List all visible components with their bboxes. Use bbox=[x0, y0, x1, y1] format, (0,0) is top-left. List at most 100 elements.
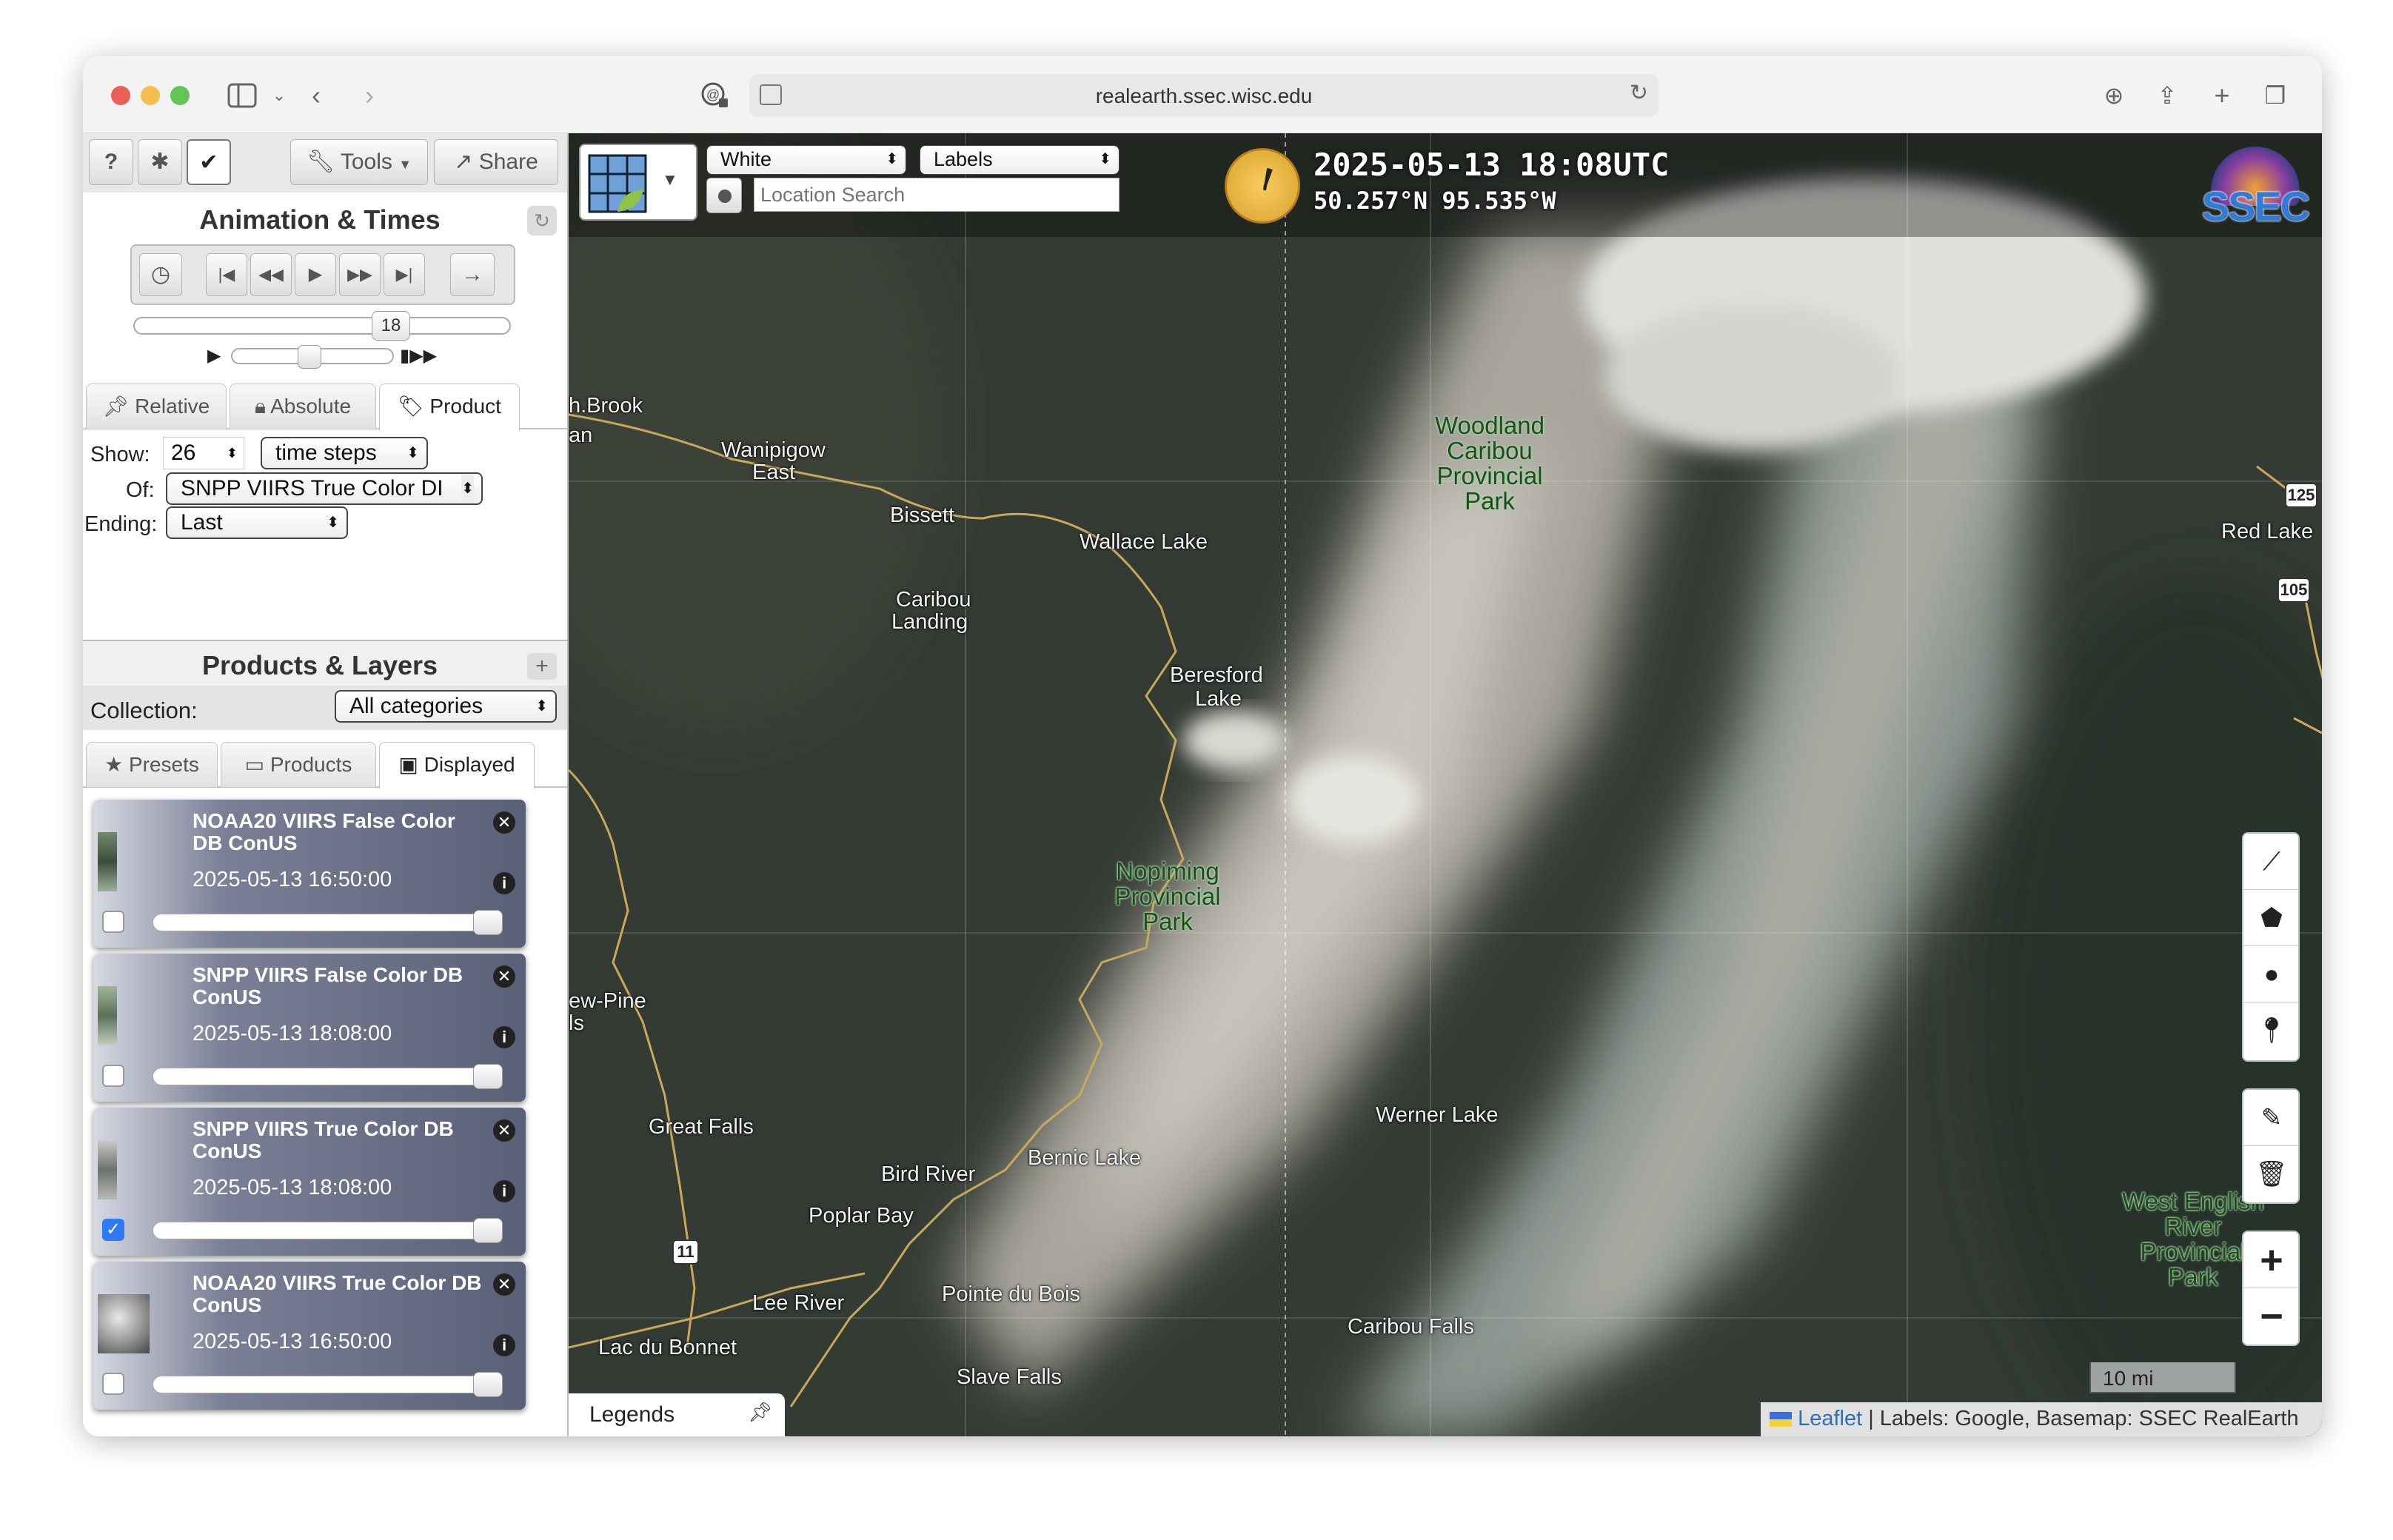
reload-icon[interactable]: ↻ bbox=[1630, 80, 1648, 106]
attribution-text: | Labels: Google, Basemap: SSEC RealEart… bbox=[1862, 1407, 2299, 1430]
layer-grid-button[interactable]: ▼ bbox=[579, 144, 697, 221]
draw-line-icon[interactable]: ⟋ bbox=[2243, 834, 2298, 890]
tab-product[interactable]: 🏷︎ Product bbox=[379, 384, 520, 431]
address-bar[interactable]: realearth.ssec.wisc.edu ↻ bbox=[749, 74, 1659, 117]
first-frame-icon[interactable]: |◀ bbox=[206, 253, 247, 296]
layer-opacity-slider[interactable] bbox=[153, 1372, 503, 1397]
opacity-slider-handle[interactable] bbox=[473, 1064, 503, 1089]
tab-products[interactable]: ▭ Products bbox=[221, 742, 376, 788]
layer-visibility-checkbox[interactable] bbox=[102, 1373, 124, 1395]
help-button[interactable]: ? bbox=[89, 139, 133, 185]
layer-opacity-slider[interactable] bbox=[153, 1218, 503, 1243]
ending-select[interactable]: Last ⬍ bbox=[166, 506, 348, 539]
layer-visibility-checkbox[interactable] bbox=[102, 1065, 124, 1087]
map-viewport[interactable]: ▼ White ⬍ Labels ⬍ 2025-05-13 18:08UTC 50.… bbox=[569, 133, 2322, 1436]
confirm-check-icon[interactable]: ✔ bbox=[187, 139, 231, 185]
fast-forward-icon[interactable]: ▮▶▶ bbox=[400, 345, 437, 366]
step-forward-icon[interactable]: ▶▶ bbox=[339, 253, 381, 296]
tab-presets[interactable]: ★ Presets bbox=[86, 742, 218, 788]
tools-button[interactable]: 🔧︎ Tools ▼ bbox=[290, 139, 428, 185]
opacity-slider-handle[interactable] bbox=[473, 910, 503, 935]
zoom-window-button[interactable] bbox=[170, 86, 190, 105]
layer-visibility-checkbox[interactable] bbox=[102, 911, 124, 933]
product-select[interactable]: SNPP VIIRS True Color DI ⬍ bbox=[166, 472, 483, 505]
layer-card[interactable]: SNPP VIIRS True Color DB ConUS 2025-05-1… bbox=[93, 1108, 526, 1256]
park-label-line: Caribou bbox=[1447, 437, 1533, 464]
close-window-button[interactable] bbox=[111, 86, 130, 105]
settings-gear-icon[interactable]: ✱ bbox=[138, 139, 182, 185]
share-button[interactable]: ↗ Share bbox=[434, 139, 558, 185]
remove-layer-icon[interactable]: ✕ bbox=[493, 811, 515, 834]
layer-info-icon[interactable]: i bbox=[493, 1180, 515, 1202]
tabs-overview-icon[interactable]: ❐ bbox=[2257, 77, 2294, 114]
layer-visibility-checkbox[interactable]: ✓ bbox=[102, 1219, 124, 1241]
back-icon[interactable]: ‹ bbox=[298, 77, 335, 114]
step-back-icon[interactable]: ◀◀ bbox=[250, 253, 292, 296]
legends-tab[interactable]: Legends 📌︎ bbox=[569, 1393, 785, 1436]
location-search-input[interactable] bbox=[754, 178, 1119, 212]
opacity-slider-handle[interactable] bbox=[473, 1218, 503, 1243]
layer-card[interactable]: SNPP VIIRS False Color DB ConUS 2025-05-… bbox=[93, 954, 526, 1102]
layer-info-icon[interactable]: i bbox=[493, 1026, 515, 1048]
trash-icon[interactable]: 🗑︎ bbox=[2243, 1146, 2298, 1202]
remove-layer-icon[interactable]: ✕ bbox=[493, 1119, 515, 1142]
tab-absolute[interactable]: 🔒︎ Absolute bbox=[230, 384, 376, 429]
speed-slider[interactable] bbox=[231, 345, 394, 369]
pin-icon: 📌︎ bbox=[102, 395, 130, 418]
layer-card[interactable]: NOAA20 VIIRS True Color DB ConUS 2025-05… bbox=[93, 1262, 526, 1410]
opacity-slider-handle[interactable] bbox=[473, 1372, 503, 1397]
place-label: Bissett bbox=[890, 503, 955, 527]
remove-layer-icon[interactable]: ✕ bbox=[493, 1273, 515, 1296]
share-icon[interactable]: ⇪ bbox=[2149, 77, 2186, 114]
new-tab-icon[interactable]: + bbox=[2203, 77, 2240, 114]
basemap-select[interactable]: White ⬍ bbox=[706, 145, 906, 175]
collection-label: Collection: bbox=[90, 697, 198, 723]
tab-displayed[interactable]: ▣ Displayed bbox=[379, 742, 535, 789]
collection-select[interactable]: All categories ⬍ bbox=[335, 690, 557, 723]
stepper-icon[interactable]: ⬍ bbox=[227, 438, 238, 469]
tab-presets-label: Presets bbox=[128, 753, 199, 776]
place-label: Poplar Bay bbox=[809, 1204, 914, 1228]
sidebar-toggle-icon[interactable] bbox=[224, 77, 261, 114]
layer-card[interactable]: NOAA20 VIIRS False Color DB ConUS 2025-0… bbox=[93, 800, 526, 948]
speed-slider-handle[interactable] bbox=[298, 345, 321, 369]
last-frame-icon[interactable]: ▶| bbox=[384, 253, 425, 296]
play-small-icon[interactable]: ▶ bbox=[207, 345, 221, 366]
layer-info-icon[interactable]: i bbox=[493, 872, 515, 894]
locate-button[interactable] bbox=[706, 178, 742, 213]
clock-icon[interactable]: ◷ bbox=[139, 253, 182, 296]
forward-icon[interactable]: › bbox=[351, 77, 388, 114]
add-icon[interactable]: + bbox=[527, 653, 557, 680]
show-count-input[interactable]: 26 ⬍ bbox=[163, 437, 244, 469]
zoom-out-button[interactable]: − bbox=[2243, 1288, 2298, 1345]
labels-select[interactable]: Labels ⬍ bbox=[920, 145, 1119, 175]
draw-circle-icon[interactable]: ● bbox=[2243, 946, 2298, 1002]
frame-slider-handle[interactable]: 18 bbox=[372, 311, 410, 341]
tab-absolute-label: Absolute bbox=[270, 395, 352, 418]
show-count-value: 26 bbox=[171, 441, 196, 465]
chevron-down-icon[interactable]: ⌄ bbox=[261, 77, 298, 114]
pin-icon[interactable]: 📌︎ bbox=[748, 1401, 772, 1424]
place-label: Bernic Lake bbox=[1028, 1146, 1142, 1170]
edit-icon[interactable]: ✎ bbox=[2243, 1090, 2298, 1146]
download-icon[interactable]: ⊕ bbox=[2095, 77, 2132, 114]
play-icon[interactable]: ▶ bbox=[295, 253, 336, 296]
remove-layer-icon[interactable]: ✕ bbox=[493, 965, 515, 988]
layer-info-icon[interactable]: i bbox=[493, 1334, 515, 1356]
privacy-shield-icon[interactable]: @ bbox=[696, 77, 733, 114]
leaflet-link[interactable]: Leaflet bbox=[1798, 1407, 1862, 1430]
ssec-logo[interactable]: SSEC bbox=[2199, 144, 2312, 232]
unit-select[interactable]: time steps ⬍ bbox=[261, 437, 428, 469]
refresh-icon[interactable]: ↻ bbox=[527, 206, 557, 235]
layer-opacity-slider[interactable] bbox=[153, 910, 503, 935]
tab-relative[interactable]: 📌︎ Relative bbox=[86, 384, 227, 429]
tag-icon: 🏷︎ bbox=[398, 395, 424, 418]
zoom-in-button[interactable]: + bbox=[2243, 1232, 2298, 1288]
layer-opacity-slider[interactable] bbox=[153, 1064, 503, 1089]
draw-polygon-icon[interactable]: ⬟ bbox=[2243, 890, 2298, 946]
draw-marker-icon[interactable]: 📍︎ bbox=[2243, 1002, 2298, 1059]
frame-slider[interactable]: 18 bbox=[133, 311, 511, 341]
minimize-window-button[interactable] bbox=[141, 86, 160, 105]
jump-forward-icon[interactable]: → bbox=[450, 253, 495, 296]
clock-icon[interactable] bbox=[1225, 148, 1300, 224]
